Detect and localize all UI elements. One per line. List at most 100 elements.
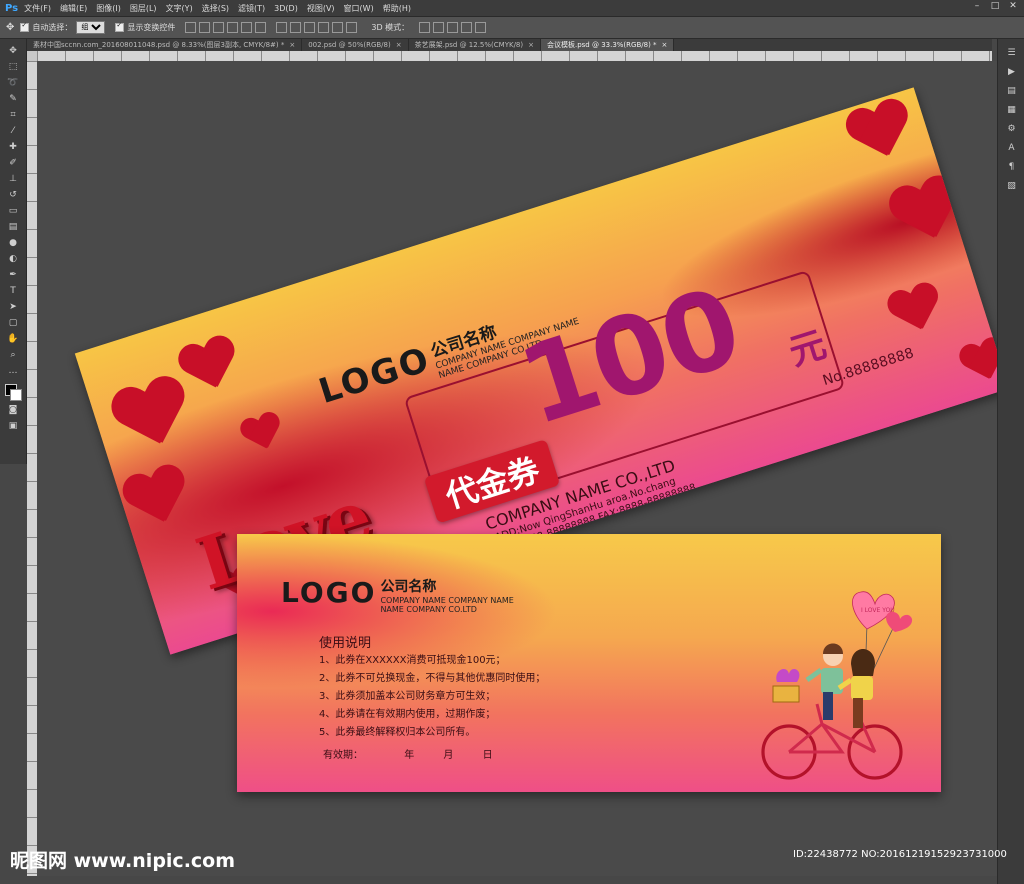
zoom-tool-icon[interactable]: ⌕ <box>6 348 20 361</box>
doc-tab-4[interactable]: 会议模板.psd @ 33.3%(RGB/8) * × <box>540 39 675 51</box>
actions-panel-icon[interactable]: ▶ <box>1005 66 1018 79</box>
close-icon[interactable]: × <box>662 41 668 49</box>
adjustments-panel-icon[interactable]: ⚙ <box>1005 123 1018 136</box>
menu-help[interactable]: 帮助(H) <box>383 3 411 14</box>
document-canvas[interactable]: Love LOGO 公司名称 COMPANY NAME COMPANY NAME… <box>37 61 997 876</box>
close-icon[interactable]: ✕ <box>1006 1 1020 11</box>
doc-tab-2[interactable]: 002.psd @ 50%(RGB/8) × <box>302 39 409 51</box>
heart-decoration <box>956 335 997 388</box>
menu-layer[interactable]: 图层(L) <box>130 3 157 14</box>
show-transform-checkbox[interactable] <box>115 21 125 32</box>
close-icon[interactable]: × <box>289 41 295 49</box>
eraser-tool-icon[interactable]: ▭ <box>6 204 20 217</box>
minimize-icon[interactable]: – <box>970 1 984 11</box>
menu-view[interactable]: 视图(V) <box>307 3 335 14</box>
heart-decoration <box>106 373 196 459</box>
distribute-top-icon[interactable] <box>276 22 288 33</box>
align-center-icon[interactable] <box>241 22 253 33</box>
auto-select-dropdown[interactable]: 组 <box>76 21 106 34</box>
move-tool-icon[interactable]: ✥ <box>6 44 20 57</box>
distribute-bottom-icon[interactable] <box>304 22 316 33</box>
menu-type[interactable]: 文字(Y) <box>166 3 193 14</box>
auto-select-checkbox[interactable] <box>20 21 30 32</box>
blur-tool-icon[interactable]: ● <box>6 236 20 249</box>
menu-3d[interactable]: 3D(D) <box>274 4 298 13</box>
distribute-middle-icon[interactable] <box>290 22 302 33</box>
gradient-tool-icon[interactable]: ▤ <box>6 220 20 233</box>
align-buttons <box>185 22 267 33</box>
dodge-tool-icon[interactable]: ◐ <box>6 252 20 265</box>
layers-panel-icon[interactable]: ▤ <box>1005 85 1018 98</box>
brush-tool-icon[interactable]: ✐ <box>6 156 20 169</box>
marquee-tool-icon[interactable]: ⬚ <box>6 60 20 73</box>
tools-panel: ✥ ⬚ ➰ ✎ ⌗ ⁄ ✚ ✐ ⊥ ↺ ▭ ▤ ● ◐ ✒ T ➤ ▢ ✋ ⌕ … <box>0 39 27 464</box>
align-middle-icon[interactable] <box>199 22 211 33</box>
move-tool-icon[interactable]: ✥ <box>6 22 14 33</box>
heart-decoration <box>842 96 918 169</box>
3d-roll-icon[interactable] <box>433 22 445 33</box>
couple-bicycle-illustration: I LOVE YOU <box>761 591 913 780</box>
document-tabs: 素材中国sccnn.com_201608011048.psd @ 8.33%(图… <box>27 39 992 51</box>
quick-select-tool-icon[interactable]: ✎ <box>6 92 20 105</box>
3d-slide-icon[interactable] <box>461 22 473 33</box>
heart-decoration <box>238 410 286 457</box>
3d-pan-icon[interactable] <box>447 22 459 33</box>
watermark-left: 昵图网 www.nipic.com <box>10 850 236 872</box>
screen-mode-icon[interactable]: ▣ <box>6 419 20 432</box>
distribute-buttons <box>276 22 358 33</box>
type-tool-icon[interactable]: T <box>6 284 20 297</box>
crop-tool-icon[interactable]: ⌗ <box>6 108 20 121</box>
quick-mask-icon[interactable]: ◙ <box>6 403 20 416</box>
menu-edit[interactable]: 编辑(E) <box>60 3 87 14</box>
paragraph-panel-icon[interactable]: ¶ <box>1005 161 1018 174</box>
menu-select[interactable]: 选择(S) <box>202 3 229 14</box>
shape-tool-icon[interactable]: ▢ <box>6 316 20 329</box>
path-select-tool-icon[interactable]: ➤ <box>6 300 20 313</box>
pen-tool-icon[interactable]: ✒ <box>6 268 20 281</box>
menu-image[interactable]: 图像(I) <box>96 3 121 14</box>
distribute-left-icon[interactable] <box>318 22 330 33</box>
validity-line: 有效期： 年 月 日 <box>323 746 519 761</box>
history-brush-tool-icon[interactable]: ↺ <box>6 188 20 201</box>
hand-tool-icon[interactable]: ✋ <box>6 332 20 345</box>
menu-bar: Ps 文件(F) 编辑(E) 图像(I) 图层(L) 文字(Y) 选择(S) 滤… <box>0 0 1024 17</box>
doc-tab-1[interactable]: 素材中国sccnn.com_201608011048.psd @ 8.33%(图… <box>27 39 303 51</box>
right-panel-dock: ☰ ▶ ▤ ▦ ⚙ A ¶ ▧ <box>997 39 1024 884</box>
background-color[interactable] <box>10 389 22 401</box>
distribute-right-icon[interactable] <box>346 22 358 33</box>
company-block: 公司名称 COMPANY NAME COMPANY NAME NAME COMP… <box>380 576 513 614</box>
company-name-cn: 公司名称 <box>380 579 437 595</box>
properties-panel-icon[interactable]: ▦ <box>1005 104 1018 117</box>
more-tools-icon[interactable]: … <box>6 364 20 377</box>
heart-decoration <box>884 280 946 340</box>
character-panel-icon[interactable]: A <box>1005 142 1018 155</box>
vertical-ruler <box>27 61 37 876</box>
3d-mode-buttons <box>419 22 487 33</box>
swatches-panel-icon[interactable]: ▧ <box>1005 180 1018 193</box>
menu-file[interactable]: 文件(F) <box>24 3 51 14</box>
menu-filter[interactable]: 滤镜(T) <box>238 3 265 14</box>
color-swatches[interactable] <box>5 384 22 401</box>
healing-tool-icon[interactable]: ✚ <box>6 140 20 153</box>
align-left-icon[interactable] <box>227 22 239 33</box>
back-logo: LOGO 公司名称 COMPANY NAME COMPANY NAME NAME… <box>281 576 514 614</box>
validity-month: 月 <box>443 750 454 761</box>
distribute-center-icon[interactable] <box>332 22 344 33</box>
stamp-tool-icon[interactable]: ⊥ <box>6 172 20 185</box>
doc-tab-3[interactable]: 茶艺展架.psd @ 12.5%(CMYK/8) × <box>409 39 541 51</box>
menu-window[interactable]: 窗口(W) <box>344 3 374 14</box>
align-top-icon[interactable] <box>185 22 197 33</box>
3d-rotate-icon[interactable] <box>419 22 431 33</box>
close-icon[interactable]: × <box>528 41 534 49</box>
close-icon[interactable]: × <box>396 41 402 49</box>
3d-scale-icon[interactable] <box>475 22 487 33</box>
rule-item: 3、此券须加盖本公司财务章方可生效； <box>319 691 496 702</box>
align-right-icon[interactable] <box>255 22 267 33</box>
history-panel-icon[interactable]: ☰ <box>1005 47 1018 60</box>
eyedropper-tool-icon[interactable]: ⁄ <box>6 124 20 137</box>
align-bottom-icon[interactable] <box>213 22 225 33</box>
heart-decoration <box>885 173 968 253</box>
validity-year: 年 <box>404 750 415 761</box>
lasso-tool-icon[interactable]: ➰ <box>6 76 20 89</box>
maximize-icon[interactable]: □ <box>988 1 1002 11</box>
